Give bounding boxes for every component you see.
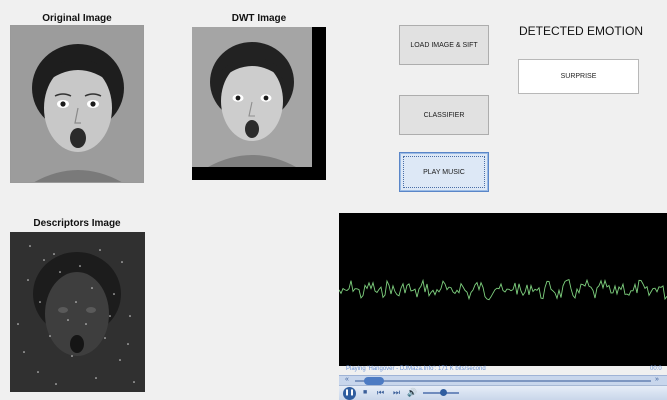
now-playing-status: Playing 'Hangover - DJMaza.Info': 171 K … xyxy=(346,366,486,372)
seek-bar[interactable]: « » xyxy=(339,375,667,385)
dwt-image xyxy=(192,27,326,180)
previous-icon[interactable]: ⏮ xyxy=(377,387,384,399)
volume-icon[interactable]: 🔊 xyxy=(407,387,417,399)
player-controls: ❚❚ ■ ⏮ ⏭ 🔊 xyxy=(339,385,667,400)
audio-waveform xyxy=(338,278,667,301)
pause-button[interactable]: ❚❚ xyxy=(343,387,356,400)
classifier-button[interactable]: CLASSIFIER xyxy=(399,95,489,135)
descriptors-image-title: Descriptors Image xyxy=(33,218,121,229)
seek-track[interactable] xyxy=(355,380,651,382)
load-image-sift-button[interactable]: LOAD IMAGE & SIFT xyxy=(399,25,489,65)
next-icon[interactable]: ⏭ xyxy=(393,387,400,399)
detected-emotion-value: SURPRISE xyxy=(518,59,639,94)
descriptors-image xyxy=(10,232,145,392)
play-music-label: PLAY MUSIC xyxy=(423,168,465,176)
seek-thumb[interactable] xyxy=(363,377,384,385)
original-image xyxy=(10,25,144,183)
detected-emotion-heading: DETECTED EMOTION xyxy=(519,24,644,38)
volume-thumb[interactable] xyxy=(439,389,447,396)
play-music-button[interactable]: PLAY MUSIC xyxy=(399,152,489,192)
pause-icon: ❚❚ xyxy=(344,390,355,396)
playback-time: 00:0 xyxy=(650,366,662,372)
dwt-face-graphic xyxy=(192,27,326,180)
music-visualizer xyxy=(338,213,667,366)
dwt-image-title: DWT Image xyxy=(231,13,287,24)
descriptors-face-graphic xyxy=(10,232,145,392)
original-image-title: Original Image xyxy=(42,13,112,24)
original-face-graphic xyxy=(11,26,143,182)
stop-icon[interactable]: ■ xyxy=(363,387,367,399)
